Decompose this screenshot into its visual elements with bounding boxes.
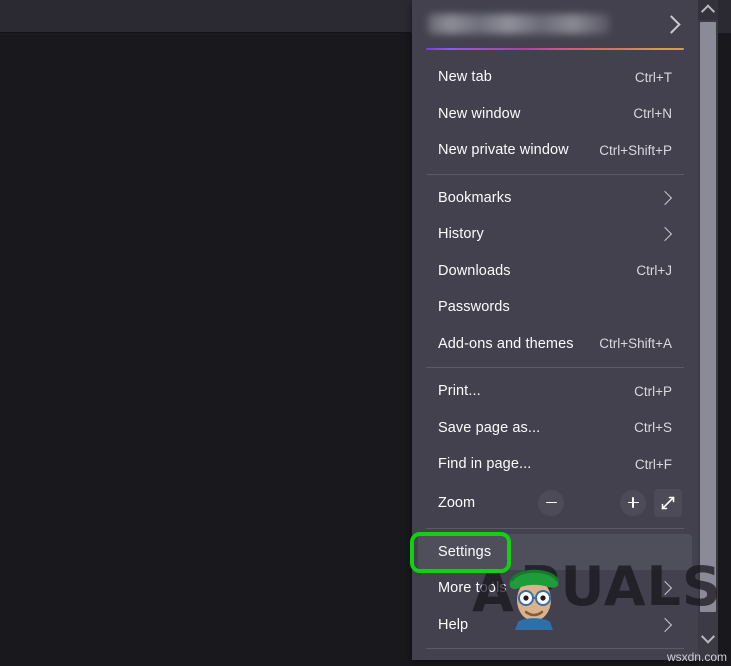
menu-scrollbar[interactable] [698,0,718,660]
zoom-in-button[interactable] [620,489,646,516]
menu-item-new-window[interactable]: New window Ctrl+N [418,96,692,133]
menu-item-label: Downloads [438,262,511,279]
menu-item-label: New window [438,105,521,122]
plus-icon [627,497,639,508]
menu-item-history[interactable]: History [418,216,692,253]
menu-item-help[interactable]: Help [418,607,692,644]
menu-item-label: Save page as... [438,419,541,436]
menu-item-label: Passwords [438,299,510,316]
menu-separator [426,367,684,368]
toolbar-divider [0,32,411,33]
chevron-right-icon [657,190,673,205]
menu-item-label: Help [438,616,469,633]
scrollbar-down-button[interactable] [698,628,718,648]
minus-icon [545,501,557,504]
menu-item-passwords[interactable]: Passwords [418,289,692,326]
chevron-down-icon [700,629,716,644]
menu-item-settings[interactable]: Settings [418,533,692,570]
menu-item-label: Print... [438,383,481,400]
menu-item-label: Bookmarks [438,189,512,206]
menu-item-label: Find in page... [438,456,532,473]
chevron-right-icon [662,14,681,34]
menu-item-downloads[interactable]: Downloads Ctrl+J [418,253,692,290]
menu-item-shortcut: Ctrl+T [634,69,672,85]
menu-item-shortcut: Ctrl+F [634,456,672,472]
chevron-right-icon [657,581,673,596]
fullscreen-button[interactable] [654,488,682,517]
chevron-right-icon [657,617,673,632]
account-email-redacted [428,14,610,34]
scrollbar-up-button[interactable] [698,0,718,20]
menu-item-shortcut: Ctrl+Shift+P [599,142,672,158]
menu-item-print[interactable]: Print... Ctrl+P [418,373,692,410]
account-menu-item[interactable] [418,4,692,44]
menu-item-label: New private window [438,142,569,159]
zoom-label: Zoom [438,494,476,511]
menu-item-find-in-page[interactable]: Find in page... Ctrl+F [418,446,692,483]
app-menu-panel: New tab Ctrl+T New window Ctrl+N New pri… [412,0,698,660]
scrollbar-thumb[interactable] [700,22,716,612]
menu-item-new-private-window[interactable]: New private window Ctrl+Shift+P [418,132,692,169]
menu-item-label: More tools [438,580,507,597]
menu-item-label: History [438,226,484,243]
menu-item-shortcut: Ctrl+S [634,420,672,436]
menu-item-new-tab[interactable]: New tab Ctrl+T [418,59,692,96]
menu-item-label: Add-ons and themes [438,335,574,352]
menu-item-shortcut: Ctrl+J [636,263,672,279]
menu-item-label: New tab [438,69,492,86]
menu-separator [426,648,684,649]
menu-item-shortcut: Ctrl+N [633,106,672,122]
menu-item-shortcut: Ctrl+Shift+A [599,336,672,352]
menu-separator [426,527,684,529]
chevron-up-icon [700,4,716,19]
site-credit: wsxdn.com [666,650,727,664]
chevron-right-icon [657,227,673,242]
zoom-row: Zoom [418,483,692,523]
account-gradient-divider [426,48,684,50]
menu-item-shortcut: Ctrl+P [634,383,672,399]
menu-item-addons-and-themes[interactable]: Add-ons and themes Ctrl+Shift+A [418,326,692,363]
menu-item-label: Settings [438,543,492,560]
menu-item-save-page-as[interactable]: Save page as... Ctrl+S [418,410,692,447]
menu-item-bookmarks[interactable]: Bookmarks [418,180,692,217]
menu-item-more-tools[interactable]: More tools [418,570,692,607]
menu-separator [426,173,684,175]
fullscreen-expand-icon [661,496,675,509]
zoom-out-button[interactable] [538,489,564,516]
